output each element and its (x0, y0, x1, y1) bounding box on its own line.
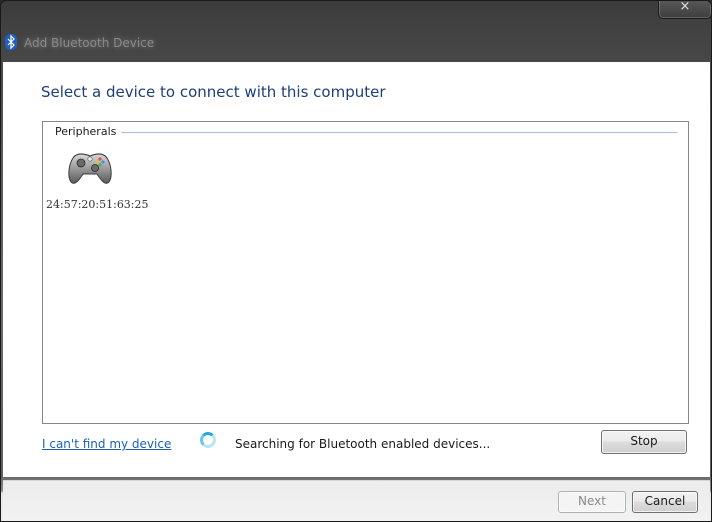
window-title: Add Bluetooth Device (24, 36, 155, 50)
cancel-button[interactable]: Cancel (632, 491, 698, 513)
device-label: 24:57:20:51:63:25 (46, 198, 149, 211)
close-icon: × (679, 0, 691, 14)
spinner-icon (200, 432, 216, 448)
bluetooth-icon (5, 34, 17, 50)
button-bar: Next Cancel (1, 477, 711, 521)
device-list[interactable]: Peripherals 24:57:20:51:63:25 (42, 121, 689, 424)
close-button[interactable]: × (658, 0, 711, 19)
next-button[interactable]: Next (558, 491, 626, 513)
cant-find-device-link[interactable]: I can't find my device (42, 437, 171, 451)
title-bar[interactable]: Add Bluetooth Device × (1, 0, 711, 61)
search-status-text: Searching for Bluetooth enabled devices.… (235, 437, 491, 451)
gamepad-icon (68, 153, 112, 184)
group-header-peripherals: Peripherals (55, 125, 121, 138)
stop-button[interactable]: Stop (601, 430, 687, 454)
page-title: Select a device to connect with this com… (41, 83, 386, 101)
device-item[interactable]: 24:57:20:51:63:25 (45, 146, 149, 212)
dialog-content: Select a device to connect with this com… (3, 62, 710, 477)
group-divider (121, 132, 677, 133)
button-bar-inner: Next Cancel (3, 480, 710, 521)
dialog-window: Add Bluetooth Device × Select a device t… (0, 0, 712, 522)
